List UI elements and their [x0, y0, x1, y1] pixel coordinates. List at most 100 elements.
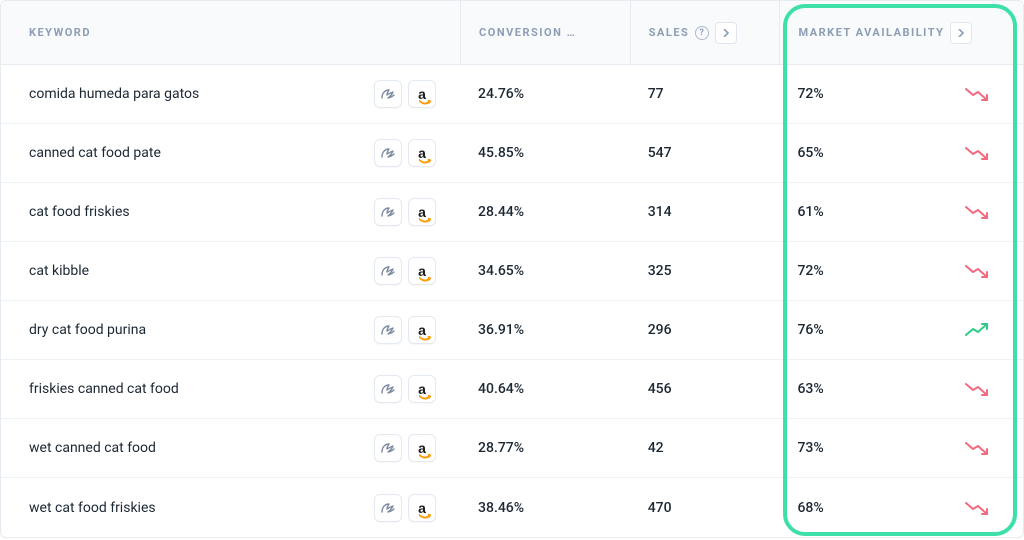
trend-down-icon	[965, 146, 991, 160]
availability-cell: 76%	[779, 322, 1023, 338]
conversion-cell: 40.64%	[460, 381, 630, 397]
conversion-cell: 24.76%	[460, 86, 630, 102]
sales-cell: 296	[630, 322, 780, 338]
availability-cell: 65%	[779, 145, 1023, 161]
trend-down-icon	[965, 87, 991, 101]
keyword-metrics-table: Keyword Conversion … Sales ? Market Avai…	[0, 0, 1024, 538]
sellersprite-icon	[380, 501, 396, 515]
amazon-button[interactable]: a	[408, 139, 436, 167]
keyword-text: canned cat food pate	[29, 145, 161, 161]
sales-cell: 42	[630, 440, 780, 456]
keyword-text: cat food friskies	[29, 204, 130, 220]
trend-indicator	[965, 501, 991, 515]
amazon-icon: a	[418, 382, 426, 396]
col-header-sales[interactable]: Sales ?	[630, 1, 780, 64]
trend-indicator	[965, 205, 991, 219]
amazon-button[interactable]: a	[408, 434, 436, 462]
keyword-cell: wet cat food friskies a	[1, 494, 460, 522]
availability-cell: 72%	[779, 263, 1023, 279]
sellersprite-icon	[380, 205, 396, 219]
amazon-icon: a	[418, 87, 426, 101]
keyword-cell: cat kibble a	[1, 257, 460, 285]
col-header-availability[interactable]: Market Availability	[779, 1, 1023, 64]
keyword-text: wet canned cat food	[29, 440, 156, 456]
trend-down-icon	[965, 205, 991, 219]
col-header-conversion-label: Conversion …	[479, 26, 576, 39]
trend-indicator	[965, 87, 991, 101]
table-row: friskies canned cat food a 40.64%45663%	[1, 360, 1023, 419]
sales-expand-button[interactable]	[715, 22, 737, 44]
info-icon[interactable]: ?	[695, 26, 709, 40]
col-header-availability-label: Market Availability	[798, 26, 944, 39]
sales-cell: 470	[630, 500, 780, 516]
keyword-cell: wet canned cat food a	[1, 434, 460, 462]
sales-cell: 456	[630, 381, 780, 397]
keyword-text: dry cat food purina	[29, 322, 146, 338]
sellersprite-button[interactable]	[374, 257, 402, 285]
sellersprite-button[interactable]	[374, 434, 402, 462]
trend-indicator	[965, 441, 991, 455]
amazon-icon: a	[418, 323, 426, 337]
amazon-icon: a	[418, 501, 426, 515]
availability-expand-button[interactable]	[950, 22, 972, 44]
sellersprite-button[interactable]	[374, 198, 402, 226]
trend-down-icon	[965, 264, 991, 278]
sellersprite-button[interactable]	[374, 316, 402, 344]
trend-down-icon	[965, 501, 991, 515]
trend-indicator	[965, 382, 991, 396]
chevron-right-icon	[957, 29, 965, 37]
amazon-button[interactable]: a	[408, 316, 436, 344]
amazon-icon: a	[418, 205, 426, 219]
conversion-cell: 38.46%	[460, 500, 630, 516]
availability-cell: 63%	[779, 381, 1023, 397]
sellersprite-button[interactable]	[374, 494, 402, 522]
sales-cell: 77	[630, 86, 780, 102]
amazon-icon: a	[418, 264, 426, 278]
trend-down-icon	[965, 441, 991, 455]
conversion-cell: 28.77%	[460, 440, 630, 456]
keyword-text: friskies canned cat food	[29, 381, 179, 397]
sellersprite-icon	[380, 323, 396, 337]
availability-cell: 68%	[779, 500, 1023, 516]
sellersprite-icon	[380, 264, 396, 278]
amazon-button[interactable]: a	[408, 257, 436, 285]
col-header-keyword[interactable]: Keyword	[1, 26, 460, 39]
availability-cell: 61%	[779, 204, 1023, 220]
conversion-cell: 45.85%	[460, 145, 630, 161]
table-row: dry cat food purinaa36.91%29676%	[1, 301, 1023, 360]
keyword-cell: dry cat food purina a	[1, 316, 460, 344]
keyword-text: cat kibble	[29, 263, 89, 279]
table-row: comida humeda para gatos a 24.76%7772%	[1, 65, 1023, 124]
amazon-button[interactable]: a	[408, 375, 436, 403]
sales-cell: 314	[630, 204, 780, 220]
keyword-cell: comida humeda para gatos a	[1, 80, 460, 108]
sellersprite-icon	[380, 87, 396, 101]
conversion-cell: 28.44%	[460, 204, 630, 220]
availability-cell: 72%	[779, 86, 1023, 102]
availability-cell: 73%	[779, 440, 1023, 456]
sellersprite-button[interactable]	[374, 80, 402, 108]
sellersprite-icon	[380, 382, 396, 396]
keyword-cell: cat food friskies a	[1, 198, 460, 226]
amazon-button[interactable]: a	[408, 198, 436, 226]
sales-cell: 547	[630, 145, 780, 161]
sellersprite-button[interactable]	[374, 139, 402, 167]
sellersprite-button[interactable]	[374, 375, 402, 403]
amazon-icon: a	[418, 441, 426, 455]
trend-indicator	[965, 264, 991, 278]
table-row: cat food friskies a 28.44%31461%	[1, 183, 1023, 242]
col-header-conversion[interactable]: Conversion …	[460, 1, 630, 64]
amazon-icon: a	[418, 146, 426, 160]
sellersprite-icon	[380, 146, 396, 160]
amazon-button[interactable]: a	[408, 494, 436, 522]
conversion-cell: 34.65%	[460, 263, 630, 279]
trend-indicator	[965, 323, 991, 337]
keyword-text: comida humeda para gatos	[29, 86, 199, 102]
chevron-right-icon	[722, 29, 730, 37]
table-row: wet cat food friskies a 38.46%47068%	[1, 478, 1023, 537]
keyword-cell: canned cat food pate a	[1, 139, 460, 167]
table-row: wet canned cat food a 28.77%4273%	[1, 419, 1023, 478]
amazon-button[interactable]: a	[408, 80, 436, 108]
keyword-text: wet cat food friskies	[29, 500, 156, 516]
sellersprite-icon	[380, 441, 396, 455]
